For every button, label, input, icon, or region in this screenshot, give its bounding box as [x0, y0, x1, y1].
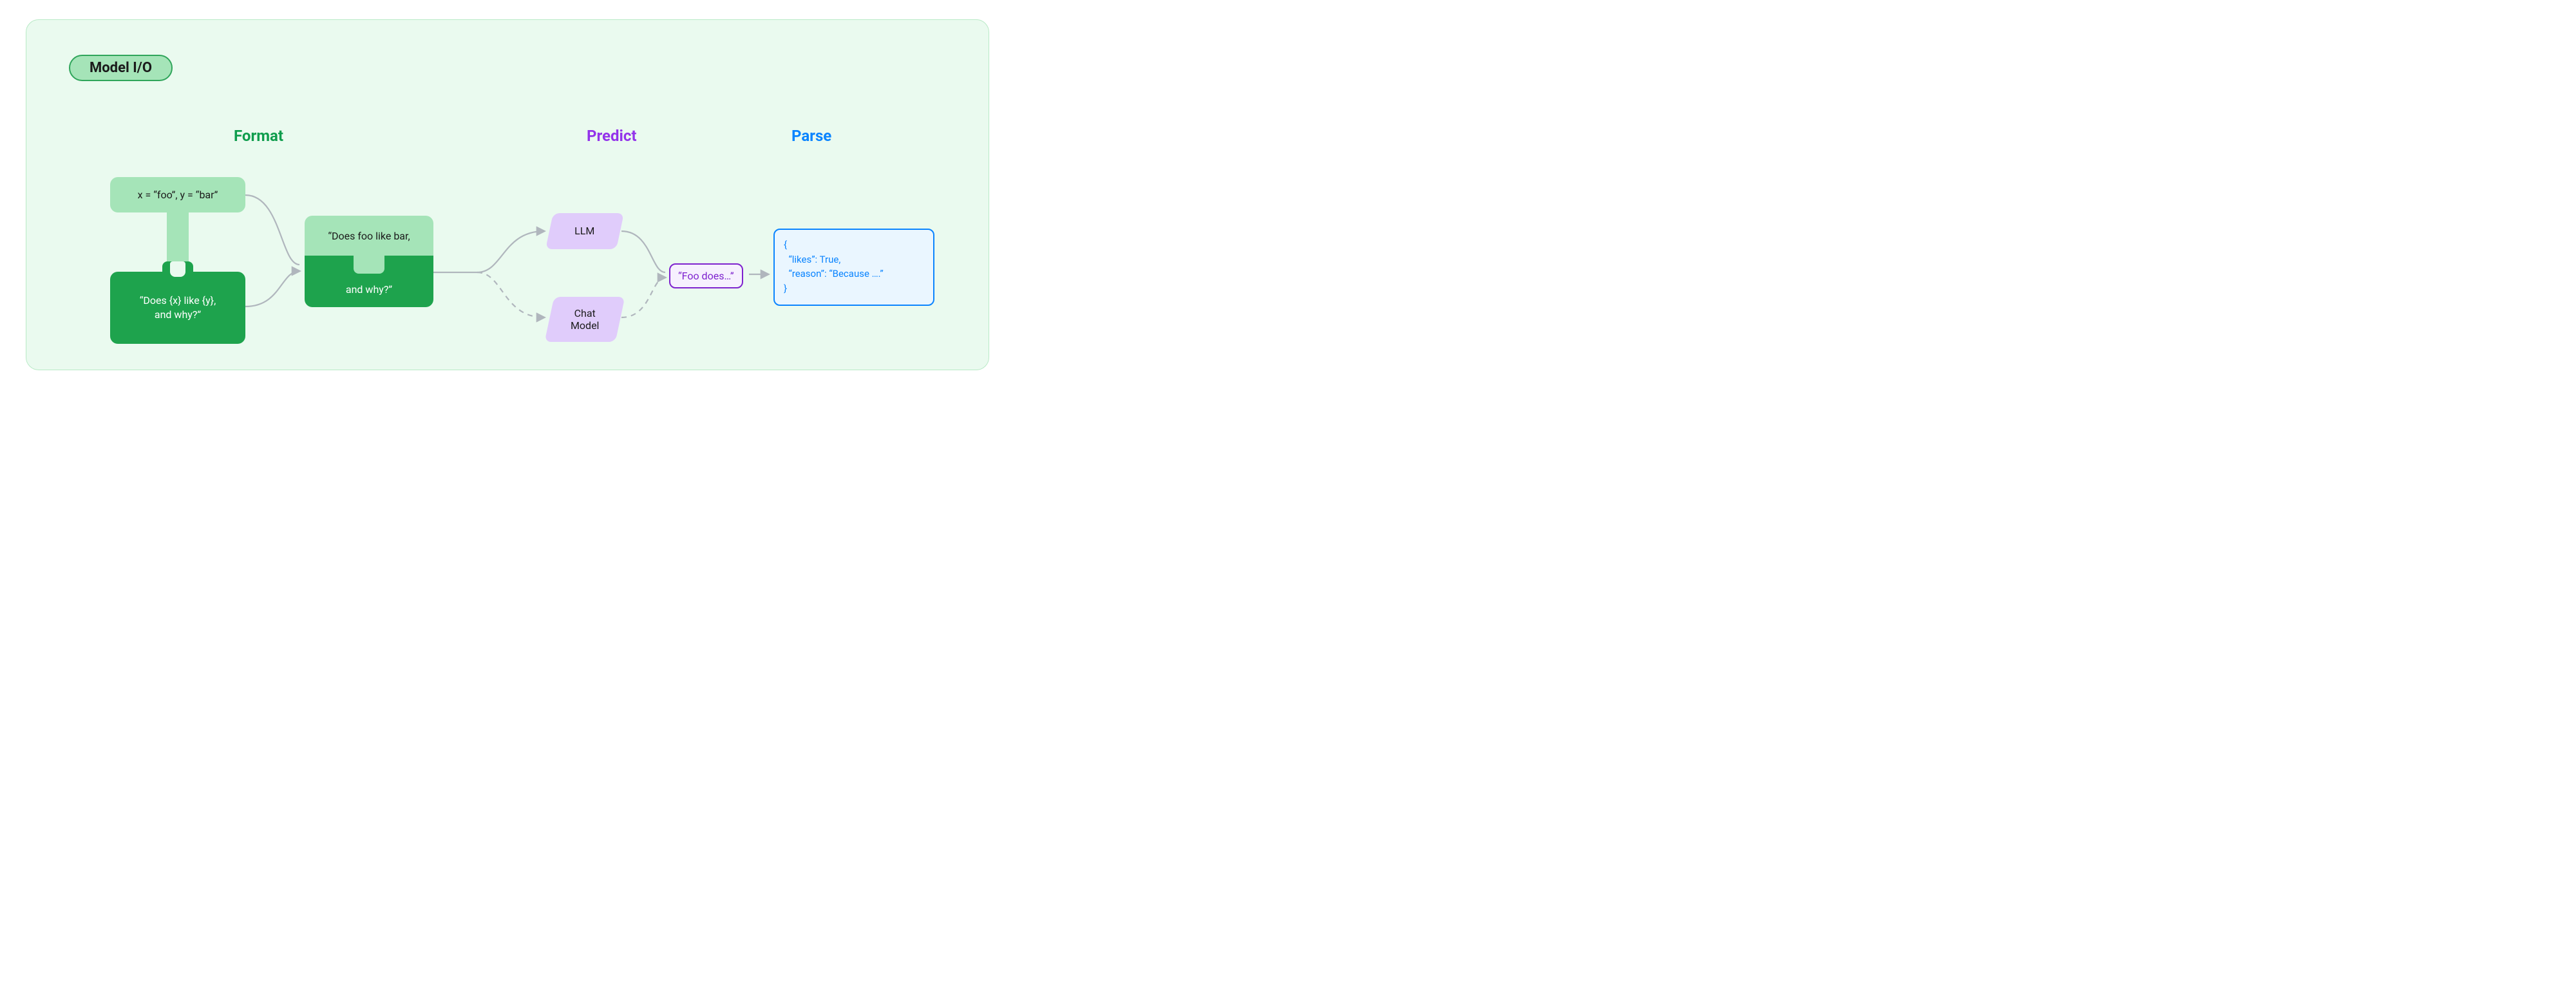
predict-output: “Foo does…” — [669, 263, 743, 288]
format-filled-line2: and why?” — [346, 283, 392, 296]
parse-line-2: “likes”: True, — [784, 252, 924, 267]
predict-llm-node: LLM — [545, 213, 624, 249]
diagram-panel: Model I/O Format Predict Parse x = “foo”… — [26, 19, 989, 370]
format-heading: Format — [234, 127, 283, 145]
parse-heading: Parse — [791, 127, 831, 145]
section-badge: Model I/O — [69, 55, 173, 81]
parse-line-4: } — [784, 281, 924, 296]
format-template: “Does {x} like {y}, and why?” — [110, 272, 245, 344]
predict-chat-label-2: Model — [571, 319, 600, 332]
parse-line-1: { — [784, 238, 924, 252]
format-input-vars: x = “foo”, y = “bar” — [110, 177, 245, 212]
predict-chat-node: Chat Model — [545, 297, 625, 342]
predict-output-text: “Foo does…” — [678, 270, 734, 282]
format-input-vars-text: x = “foo”, y = “bar” — [138, 189, 218, 201]
predict-llm-label: LLM — [574, 225, 594, 237]
parse-line-3: “reason”: “Because ….” — [784, 267, 924, 281]
parse-output: { “likes”: True, “reason”: “Because ….” … — [773, 229, 934, 306]
format-template-line1: “Does {x} like {y}, — [110, 294, 245, 308]
predict-heading: Predict — [587, 127, 636, 145]
format-filled-top: “Does foo like bar, — [305, 216, 433, 256]
format-filled-line1: “Does foo like bar, — [328, 230, 410, 242]
predict-chat-label-1: Chat — [574, 307, 595, 319]
format-filled-notch — [354, 256, 384, 274]
format-template-line2: and why?” — [110, 308, 245, 322]
